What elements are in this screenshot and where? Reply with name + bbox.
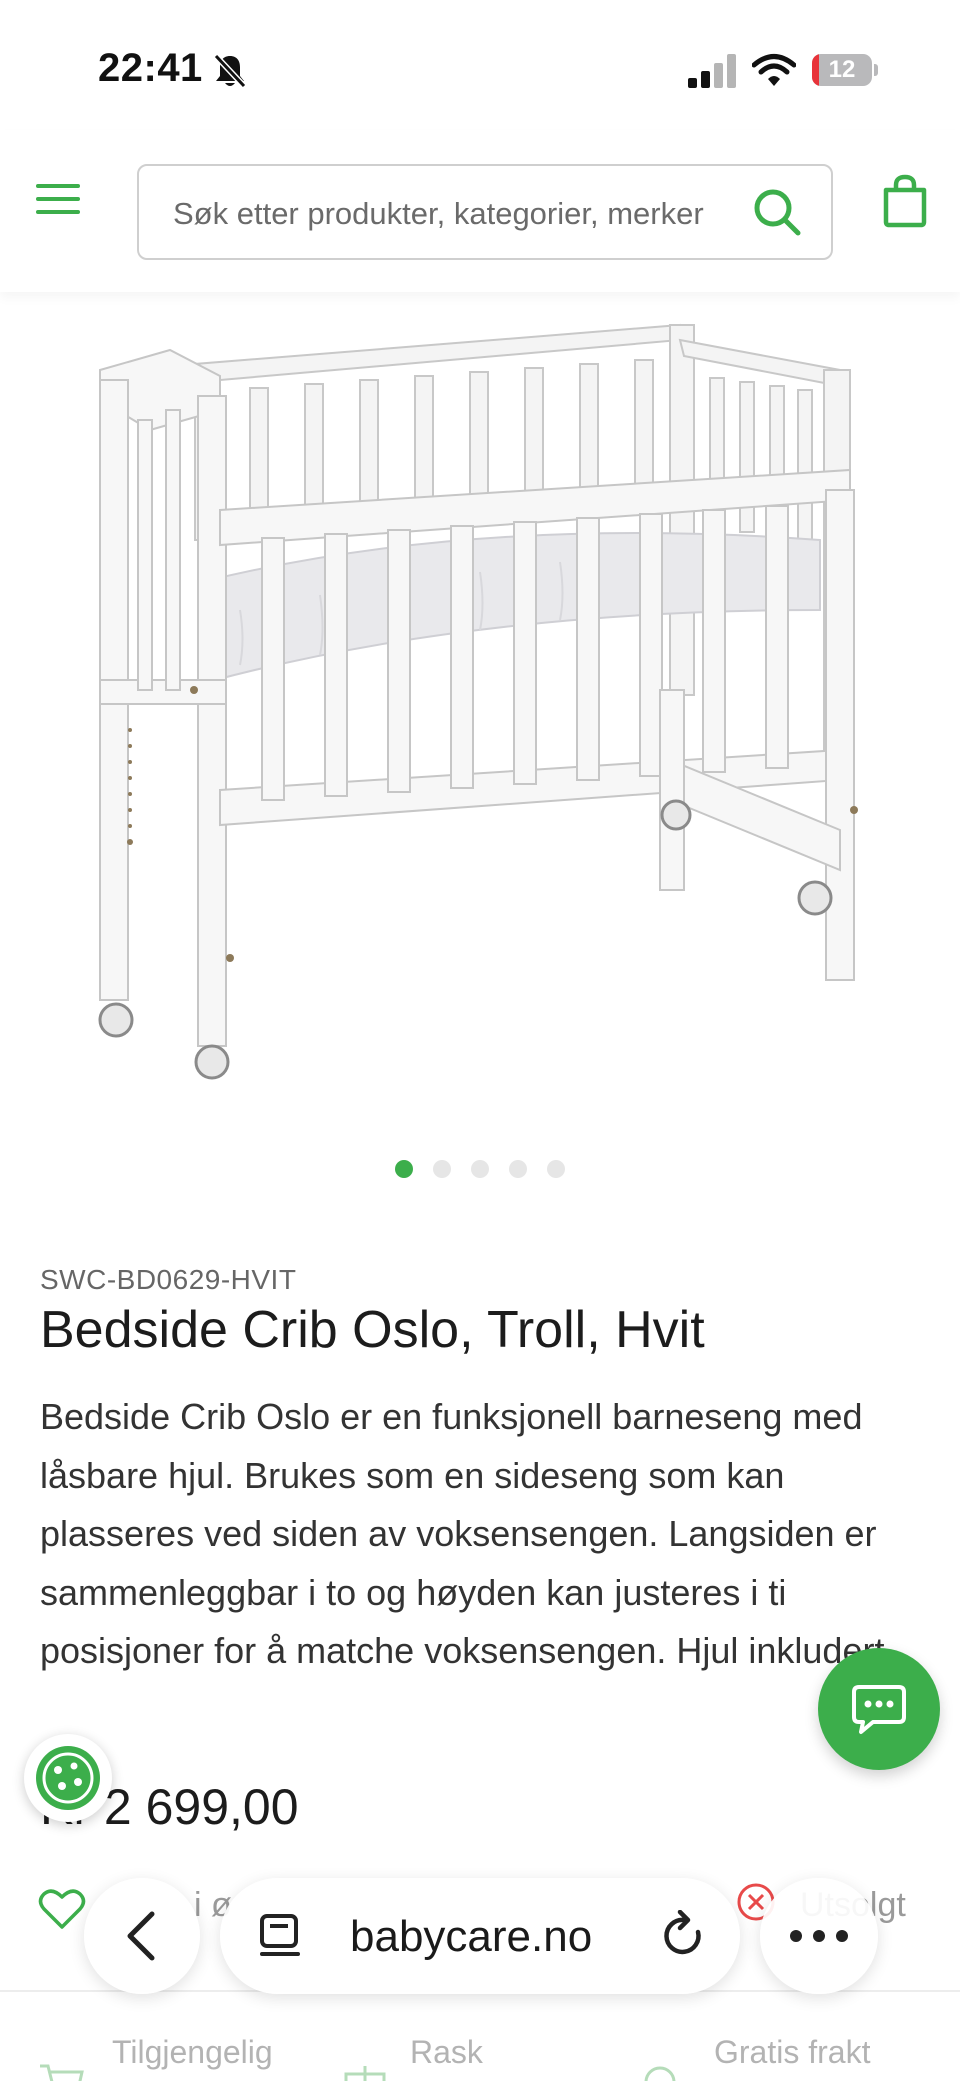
menu-icon[interactable] [36,182,82,218]
battery-icon: 12 [812,54,878,86]
carousel-dot[interactable] [433,1160,451,1178]
carousel-dots [0,1160,960,1182]
site-header [0,130,960,292]
battery-level-text: 12 [828,56,856,83]
carousel-dot[interactable] [471,1160,489,1178]
carousel-dot[interactable] [395,1160,413,1178]
more-icon [790,1930,848,1942]
chat-bubble-icon [852,1685,906,1734]
status-time: 22:41 [98,46,203,90]
back-button[interactable] [84,1878,200,1994]
search-icon[interactable] [751,186,803,238]
signal-icon [688,54,736,88]
address-bar[interactable]: babycare.no [220,1878,740,1994]
url-text[interactable]: babycare.no [350,1912,592,1962]
usp-row: Tilgjengelig Rask Gratis frakt [0,2020,960,2081]
chat-button[interactable] [818,1648,940,1770]
gift-icon [344,2066,386,2081]
bell-slash-icon [213,53,247,89]
shopping-bag-icon[interactable] [882,174,928,228]
cookie-icon [36,1746,100,1810]
product-description: Bedside Crib Oslo er en funksjonell barn… [40,1396,895,1671]
reload-icon[interactable] [660,1910,708,1962]
back-icon [127,1911,155,1961]
cart-icon [40,2064,84,2081]
cookie-settings-button[interactable] [24,1734,112,1822]
carousel-dot[interactable] [509,1160,527,1178]
truck-icon [644,2066,676,2081]
more-button[interactable] [760,1878,878,1994]
usp-item: Tilgjengelig [112,2034,273,2070]
usp-item: Rask [410,2034,483,2070]
product-title: Bedside Crib Oslo, Troll, Hvit [40,1301,705,1359]
carousel-dot[interactable] [547,1160,565,1178]
product-image[interactable] [80,310,880,1090]
status-bar: 22:41 12 [0,0,960,130]
usp-item: Gratis frakt [714,2034,871,2070]
tabs-icon[interactable] [258,1912,304,1960]
search-input[interactable] [173,192,733,236]
wifi-icon [752,54,796,86]
browser-toolbar: babycare.no [0,1870,960,2000]
search-box[interactable] [137,164,833,260]
product-sku: SWC-BD0629-HVIT [40,1264,297,1295]
